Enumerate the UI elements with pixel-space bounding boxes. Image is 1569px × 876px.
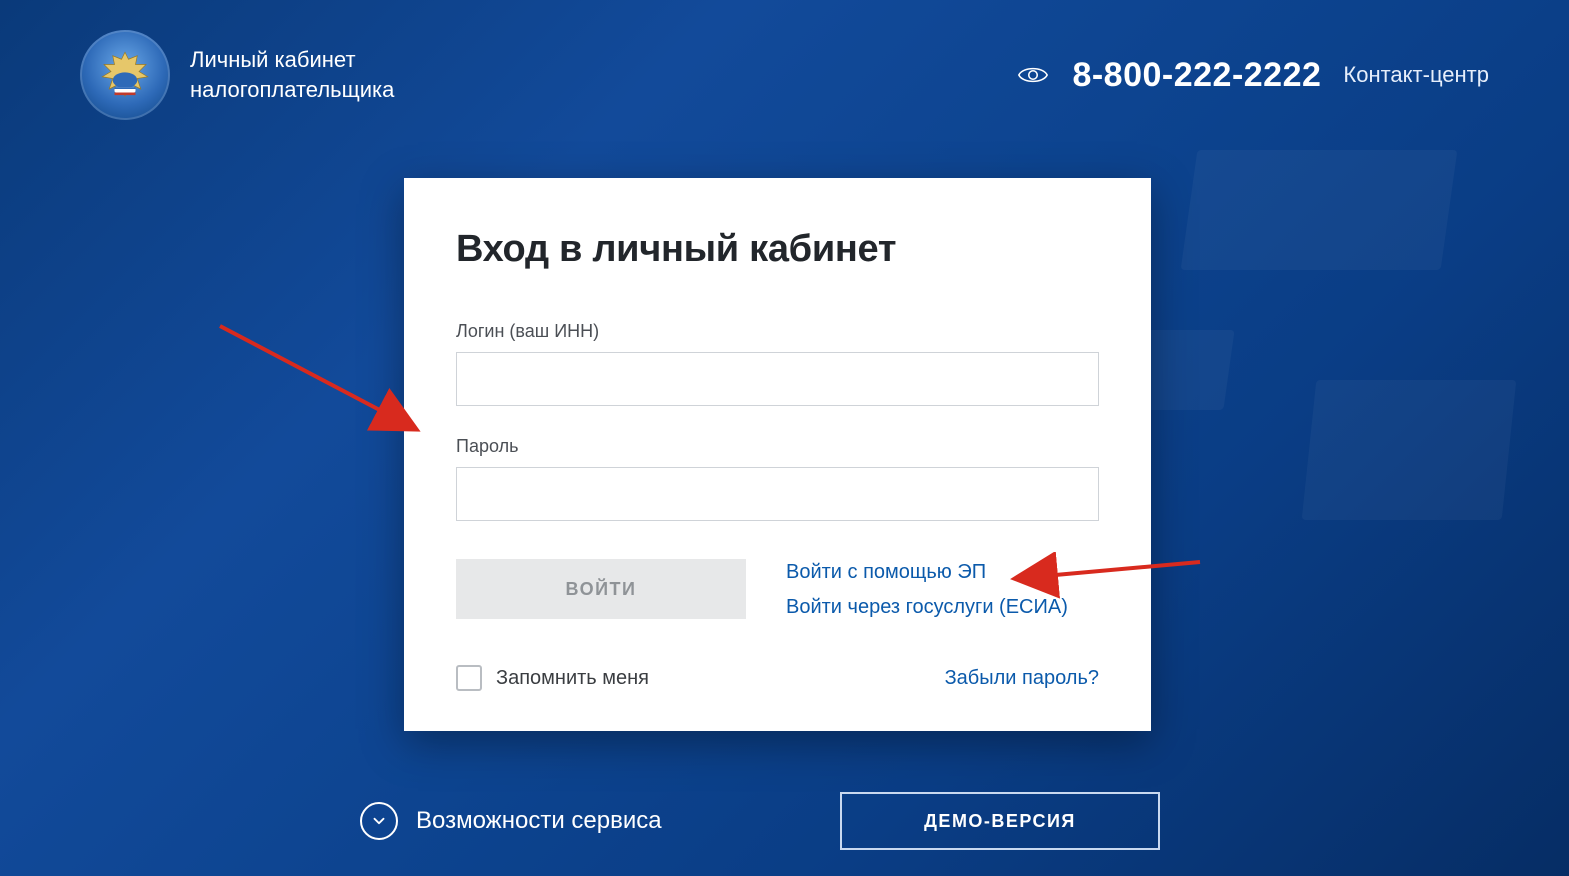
- annotation-arrow-icon: [210, 316, 430, 446]
- demo-button[interactable]: ДЕМО-ВЕРСИЯ: [840, 792, 1160, 850]
- alt-login-links: Войти с помощью ЭП Войти через госуслуги…: [786, 559, 1068, 619]
- bottom-row: Запомнить меня Забыли пароль?: [456, 665, 1099, 691]
- login-input[interactable]: [456, 352, 1099, 406]
- service-capabilities-toggle[interactable]: Возможности сервиса: [360, 802, 662, 840]
- brand-title: Личный кабинет налогоплательщика: [190, 45, 394, 104]
- footer-bar: Возможности сервиса ДЕМО-ВЕРСИЯ: [360, 792, 1160, 850]
- brand: Личный кабинет налогоплательщика: [80, 30, 394, 120]
- password-input[interactable]: [456, 467, 1099, 521]
- remember-label: Запомнить меня: [496, 667, 649, 690]
- header: Личный кабинет налогоплательщика 8-800-2…: [0, 0, 1569, 120]
- chevron-down-icon: [360, 802, 398, 840]
- brand-line1: Личный кабинет: [190, 45, 394, 75]
- phone-number[interactable]: 8-800-222-2222: [1072, 56, 1321, 95]
- bg-decoration: [1302, 380, 1517, 520]
- remember-checkbox[interactable]: [456, 665, 482, 691]
- accessibility-eye-icon[interactable]: [1016, 58, 1050, 92]
- login-title: Вход в личный кабинет: [456, 228, 1099, 271]
- actions-row: ВОЙТИ Войти с помощью ЭП Войти через гос…: [456, 559, 1099, 619]
- login-field-label: Логин (ваш ИНН): [456, 321, 1099, 342]
- capabilities-label: Возможности сервиса: [416, 807, 662, 835]
- login-esia-link[interactable]: Войти через госуслуги (ЕСИА): [786, 596, 1068, 619]
- login-ep-link[interactable]: Войти с помощью ЭП: [786, 561, 1068, 584]
- remember-me[interactable]: Запомнить меня: [456, 665, 649, 691]
- login-card: Вход в личный кабинет Логин (ваш ИНН) Па…: [404, 178, 1151, 731]
- password-field-label: Пароль: [456, 436, 1099, 457]
- header-right: 8-800-222-2222 Контакт-центр: [1016, 56, 1489, 95]
- login-button[interactable]: ВОЙТИ: [456, 559, 746, 619]
- contact-center-label[interactable]: Контакт-центр: [1343, 62, 1489, 88]
- logo-emblem-icon: [80, 30, 170, 120]
- brand-line2: налогоплательщика: [190, 75, 394, 105]
- bg-decoration: [1181, 150, 1458, 270]
- forgot-password-link[interactable]: Забыли пароль?: [945, 667, 1099, 690]
